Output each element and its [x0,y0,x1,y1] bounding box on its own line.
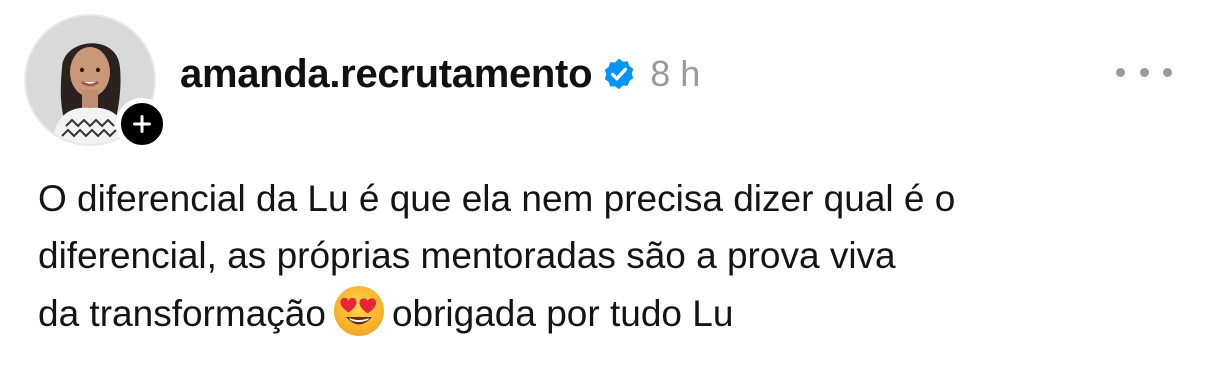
post-text-segment: da transformação [38,293,326,334]
author-avatar-container[interactable] [24,14,168,150]
ellipsis-icon [1116,67,1125,77]
follow-button[interactable] [116,98,168,150]
ellipsis-icon [1139,67,1149,77]
ellipsis-icon [1163,67,1172,77]
author-username[interactable]: amanda.recrutamento [180,52,593,97]
more-options-button[interactable] [1116,60,1172,84]
post-text-line: diferencial, as próprias mentoradas são … [38,235,896,276]
post-header: amanda.recrutamento 8 h [180,46,700,102]
plus-icon [133,115,151,133]
verified-badge-icon [602,57,636,91]
post-timestamp: 8 h [650,53,701,94]
thread-post: amanda.recrutamento 8 h O diferencial da… [0,0,1206,378]
post-text: O diferencial da Lu é que ela nem precis… [38,170,1178,342]
post-text-line: da transformação obrigada por tudo Lu [38,284,1178,342]
heart-eyes-emoji-icon [332,284,386,338]
post-text-line: O diferencial da Lu é que ela nem precis… [38,178,956,219]
post-text-segment: obrigada por tudo Lu [391,293,734,334]
